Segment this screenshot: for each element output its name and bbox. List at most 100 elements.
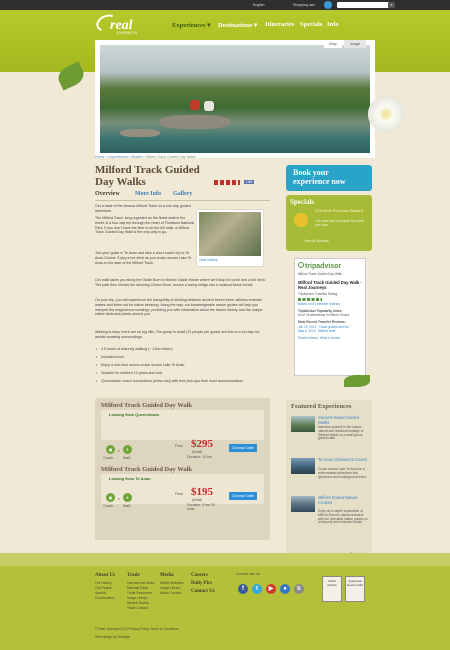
paragraph-4: On your trip, you will experience the tr…: [95, 298, 263, 317]
tour-name: Milford Track Guided Day Walk: [101, 402, 193, 409]
choose-date-button[interactable]: Choose Date: [229, 444, 257, 452]
duration: Duration: 9 hrs 30 mins: [187, 503, 215, 511]
review-count[interactable]: Based on 51 traveller reviews: [298, 302, 362, 306]
review-item[interactable]: May 8, 2012: "Milford walk": [298, 329, 362, 333]
coach-icon: ▣: [106, 445, 115, 454]
footer-link[interactable]: Trade Contact: [127, 606, 154, 611]
special-offer-link[interactable]: 20% Multi Purchase Reward: [315, 209, 363, 213]
footer-heading[interactable]: Careers: [191, 573, 208, 578]
featured-item-desc: Cruise across Lake Te Anau for a subterr…: [318, 467, 368, 479]
review-links[interactable]: Read reviews | Write a review: [298, 336, 362, 340]
price-label: From: [175, 492, 184, 496]
tour-name: Milford Track Guided Day Walk: [101, 466, 193, 473]
price-label: From: [175, 444, 184, 448]
facebook-icon[interactable]: [324, 1, 332, 9]
nav-specials[interactable]: Specials: [300, 21, 322, 28]
price-sub: (Adult): [192, 498, 203, 502]
design-credit[interactable]: Web design by Terabyte: [95, 635, 130, 639]
shopping-cart-link[interactable]: Shopping cart: [293, 3, 315, 7]
footer: [0, 566, 450, 650]
special-offer-desc: The more you purchase the more you save: [315, 219, 364, 227]
tab-gallery[interactable]: Gallery: [173, 191, 192, 197]
footer-heading[interactable]: Daily Pics: [191, 581, 212, 586]
list-item: Queenstown coach connections (extra cost…: [96, 379, 266, 384]
tripadvisor-owl-icon: [298, 262, 304, 268]
tab-image[interactable]: Image: [344, 40, 366, 48]
step-label: Coach: [103, 456, 114, 460]
paragraph-3: Our walk takes you along the Glade Burn …: [95, 278, 266, 287]
paragraph-2: Join your guide in Te Anau and take a sh…: [95, 251, 192, 265]
popularity-value: #3 of 15 attractions in Milford Sound: [298, 313, 350, 318]
footer-links-about: Our History Our People Awards Conservati…: [95, 581, 114, 601]
featured-title: Featured Experiences: [291, 403, 352, 410]
footer-heading[interactable]: Media: [160, 573, 174, 578]
rating-label: TripAdvisor Traveller Rating:: [298, 292, 339, 297]
footer-links-trade: International Sales National Sales Trade…: [127, 581, 154, 611]
breadcrumb-current: Milford Track Guided Day Walks: [145, 155, 196, 159]
breadcrumb-experiences[interactable]: Experiences: [108, 155, 127, 159]
flickr-icon[interactable]: ●: [280, 584, 290, 594]
choose-date-button[interactable]: Choose Date: [229, 492, 257, 500]
footer-heading[interactable]: Trade: [127, 573, 140, 578]
featured-item-title[interactable]: Milford Sound Nature Cruises: [318, 495, 368, 506]
view-gallery-link[interactable]: View Gallery: [199, 258, 261, 262]
featured-thumbnail: [291, 458, 315, 474]
star-icon: [294, 213, 308, 227]
tripadvisor-logo[interactable]: tripadvisor: [305, 263, 341, 270]
connect-label: Connect with us: [236, 572, 260, 576]
search-icon[interactable]: ⌕: [388, 2, 395, 8]
duration: Duration: 13 hrs: [187, 455, 212, 459]
view-all-specials-link[interactable]: View all Specials: [304, 239, 329, 243]
footer-links-media: Media Releases Image Library Media Conta…: [160, 581, 184, 596]
step-label: Coach: [103, 504, 114, 508]
tab-map[interactable]: Map: [324, 40, 342, 48]
coach-icon: ▣: [106, 493, 115, 502]
footer-link[interactable]: Media Contact: [160, 591, 184, 596]
featured-item[interactable]: Te Anau Glowworm Caves Cruise across Lak…: [291, 457, 368, 498]
step-label: Walk: [123, 456, 131, 460]
hero-photo: [100, 45, 370, 153]
featured-item[interactable]: Stewart Island Guided Walks Immerse your…: [291, 415, 368, 456]
gallery-photo[interactable]: View Gallery: [197, 210, 263, 266]
price: $295: [191, 438, 213, 450]
footer-heading[interactable]: Contact Us: [191, 589, 215, 594]
award-badge: Qualmark Enviro Gold: [345, 576, 365, 602]
nav-itineraries[interactable]: Itineraries: [265, 21, 294, 28]
attraction-name[interactable]: Milford Track Guided Day Walk - Real Jou…: [298, 280, 362, 290]
featured-item-title[interactable]: Te Anau Glowworm Caves: [318, 457, 368, 463]
tab-overview[interactable]: Overview: [95, 191, 120, 197]
youtube-icon[interactable]: ▶: [266, 584, 276, 594]
breadcrumb-motels[interactable]: Motels: [132, 155, 142, 159]
list-item: 4.5 hours of leisurely walking (~ 11km r…: [96, 347, 173, 351]
featured-item[interactable]: Milford Sound Nature Cruises Enjoy an in…: [291, 495, 368, 536]
nav-destinations[interactable]: Destinations ▾: [218, 21, 257, 29]
tour-option-te-anau: Milford Track Guided Day Walk Leaving fr…: [95, 462, 270, 540]
list-item: Includes lunch: [96, 355, 124, 359]
language-selector[interactable]: English: [253, 3, 264, 7]
nav-info[interactable]: Info: [327, 21, 339, 28]
specials-title: Specials: [290, 198, 315, 206]
logo-sub: JOURNEYS: [116, 31, 138, 35]
nav-experiences[interactable]: Experiences ▾: [172, 21, 210, 29]
facebook-like-button[interactable]: Like: [244, 180, 255, 184]
footer-link[interactable]: Conservation: [95, 596, 114, 601]
twitter-icon[interactable]: t: [252, 584, 262, 594]
featured-item-desc: Immerse yourself in the unique natural a…: [318, 425, 364, 441]
specials-panel: Specials 20% Multi Purchase Reward The m…: [286, 195, 372, 251]
book-now-button[interactable]: Book your experience now: [286, 165, 372, 191]
real-journeys-logo[interactable]: real JOURNEYS: [93, 11, 146, 36]
blog-icon[interactable]: b: [294, 584, 304, 594]
breadcrumb-home[interactable]: Home: [95, 155, 104, 159]
divider: [95, 200, 270, 201]
walk-icon: ✦: [123, 493, 132, 502]
share-icons[interactable]: [214, 180, 240, 185]
facebook-icon[interactable]: f: [238, 584, 248, 594]
featured-thumbnail: [291, 496, 315, 512]
footer-heading[interactable]: About Us: [95, 573, 115, 578]
departure-label: Leaving from Te Anau: [109, 476, 151, 481]
paragraph-5: Walking is easy, there are no big hills.…: [95, 330, 260, 339]
copyright: © Real Journeys 2012 Privacy Policy Term…: [95, 627, 179, 631]
search-input[interactable]: [337, 2, 389, 8]
leaf-decoration: [344, 375, 370, 387]
tab-more-info[interactable]: More Info: [135, 191, 161, 197]
